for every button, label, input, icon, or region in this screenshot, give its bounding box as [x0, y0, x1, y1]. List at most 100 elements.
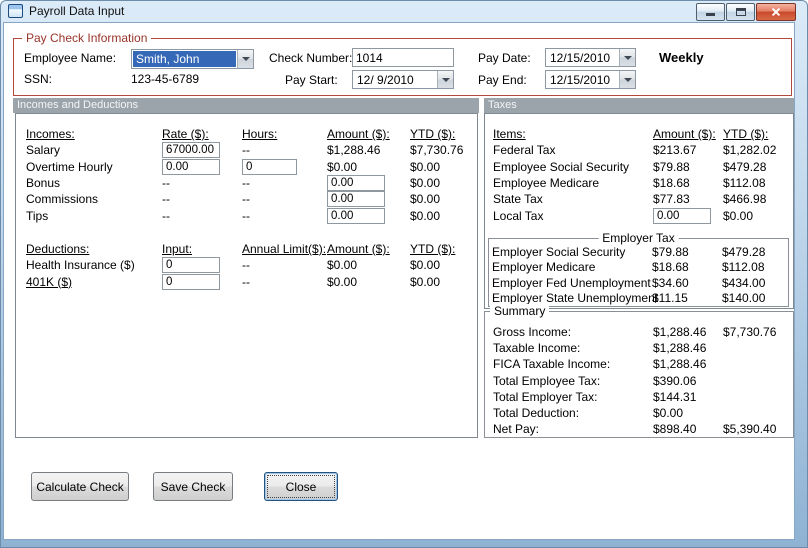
row-label: Overtime Hourly: [26, 159, 113, 174]
chevron-down-icon: [241, 57, 250, 61]
cell: $390.06: [653, 373, 697, 388]
row-label: Federal Tax: [493, 143, 556, 158]
employee-name-dropdown-button[interactable]: [237, 50, 253, 68]
401k-link[interactable]: 401K ($): [26, 275, 162, 289]
cell: $140.00: [722, 291, 766, 306]
col-header-amount: Amount ($):: [653, 127, 716, 142]
row-label: Gross Income:: [493, 325, 572, 340]
local-tax-input[interactable]: [653, 207, 711, 224]
titlebar[interactable]: Payroll Data Input: [0, 0, 808, 22]
tax-row-employee-social-security: Employee Social Security $79.88 $479.28: [485, 159, 793, 175]
cell: $0.00: [327, 159, 358, 174]
pay-end-value: 12/15/2010: [550, 73, 611, 87]
overtime-rate-input[interactable]: [162, 158, 220, 175]
cell: $7,730.76: [410, 143, 464, 158]
salary-rate-input[interactable]: [162, 142, 220, 159]
pay-frequency-label: Weekly: [659, 50, 704, 65]
tax-row-employer-social-security: Employer Social Security $79.88 $479.28: [489, 244, 788, 260]
cell: --: [162, 208, 170, 223]
row-label: Commissions: [26, 192, 99, 207]
row-label: Employee Social Security: [493, 159, 630, 174]
summary-row-total-employer-tax: Total Employer Tax: $144.31: [485, 389, 793, 405]
summary-row-fica-taxable-income: FICA Taxable Income: $1,288.46: [485, 356, 793, 372]
col-header-amount: Amount ($):: [327, 241, 390, 256]
pay-date-dropdown-button[interactable]: [619, 49, 635, 66]
col-header-incomes: Incomes:: [26, 127, 75, 142]
tax-row-federal: Federal Tax $213.67 $1,282.02: [485, 142, 793, 158]
row-label: Employee Medicare: [493, 176, 600, 191]
col-header-items: Items:: [493, 127, 526, 142]
cell: $0.00: [410, 192, 441, 207]
cell: $79.88: [653, 159, 690, 174]
col-header-annual-limit: Annual Limit($):: [242, 241, 327, 256]
cell: $479.28: [723, 159, 767, 174]
col-header-ytd: YTD ($):: [723, 127, 769, 142]
ssn-value: 123-45-6789: [131, 72, 200, 86]
cell: $0.00: [327, 274, 358, 289]
row-label: Total Employer Tax:: [493, 389, 598, 404]
bonus-amount-input[interactable]: [327, 175, 385, 192]
cell: --: [242, 143, 250, 158]
check-number-label: Check Number:: [269, 51, 353, 65]
tax-row-employer-fed-unemployment: Employer Fed Unemployment $34.60 $434.00: [489, 275, 788, 291]
401k-input[interactable]: [162, 273, 220, 290]
cell: --: [162, 176, 170, 191]
row-label: State Tax: [493, 192, 543, 207]
cell: $0.00: [410, 176, 441, 191]
tips-amount-input[interactable]: [327, 207, 385, 224]
pay-start-dropdown-button[interactable]: [437, 71, 453, 88]
incomes-deductions-panel: Incomes: Rate ($): Hours: Amount ($): YT…: [15, 113, 478, 438]
save-check-button[interactable]: Save Check: [153, 472, 233, 501]
health-insurance-input[interactable]: [162, 257, 220, 274]
cell: $0.00: [410, 258, 441, 273]
cell: --: [242, 208, 250, 223]
cell: $1,288.46: [327, 143, 381, 158]
close-button[interactable]: Close: [264, 472, 338, 501]
cell: $11.15: [652, 291, 688, 306]
pay-start-value: 12/ 9/2010: [357, 73, 414, 87]
cell: --: [242, 176, 250, 191]
commissions-amount-input[interactable]: [327, 191, 385, 208]
row-label: FICA Taxable Income:: [493, 357, 611, 372]
app-icon: [8, 4, 23, 18]
pay-end-picker[interactable]: 12/15/2010: [545, 70, 636, 89]
pay-date-label: Pay Date:: [478, 51, 531, 65]
titlebar-maximize-button[interactable]: [726, 3, 755, 21]
cell: $466.98: [723, 192, 767, 207]
cell: --: [242, 192, 250, 207]
summary-row-total-employee-tax: Total Employee Tax: $390.06: [485, 373, 793, 389]
calculate-check-button[interactable]: Calculate Check: [31, 472, 129, 501]
tax-row-employee-medicare: Employee Medicare $18.68 $112.08: [485, 175, 793, 191]
chevron-down-icon: [623, 77, 632, 82]
cell: $18.68: [652, 260, 689, 275]
cell: $479.28: [722, 244, 766, 259]
summary-row-total-deduction: Total Deduction: $0.00: [485, 405, 793, 421]
row-label: Employer Medicare: [492, 260, 596, 275]
pay-start-picker[interactable]: 12/ 9/2010: [352, 70, 454, 89]
row-label: Health Insurance ($): [26, 258, 135, 273]
cell: $0.00: [410, 208, 441, 223]
cell: $898.40: [653, 422, 697, 437]
titlebar-minimize-button[interactable]: [696, 3, 725, 21]
employee-name-combobox[interactable]: Smith, John: [131, 49, 254, 69]
cell: $144.31: [653, 389, 697, 404]
employer-tax-group-title: Employer Tax: [598, 231, 679, 245]
deduction-row-401k: 401K ($) -- $0.00 $0.00: [16, 273, 477, 290]
tax-row-state: State Tax $77.83 $466.98: [485, 191, 793, 207]
titlebar-close-button[interactable]: [756, 3, 796, 21]
overtime-hours-input[interactable]: [242, 158, 297, 175]
check-number-input[interactable]: [352, 48, 454, 67]
cell: $1,288.46: [653, 325, 707, 340]
window-title: Payroll Data Input: [29, 4, 125, 18]
incomes-header-row: Incomes: Rate ($): Hours: Amount ($): YT…: [16, 126, 477, 142]
row-label: Total Deduction:: [493, 406, 580, 421]
tax-row-employer-medicare: Employer Medicare $18.68 $112.08: [489, 260, 788, 276]
summary-row-net-pay: Net Pay: $898.40 $5,390.40: [485, 421, 793, 437]
cell: $213.67: [653, 143, 697, 158]
pay-end-dropdown-button[interactable]: [619, 71, 635, 88]
cell: $112.08: [722, 260, 765, 275]
row-label: Salary: [26, 143, 61, 158]
cell: $7,730.76: [723, 325, 777, 340]
pay-date-picker[interactable]: 12/15/2010: [545, 48, 636, 67]
cell: $0.00: [410, 159, 441, 174]
